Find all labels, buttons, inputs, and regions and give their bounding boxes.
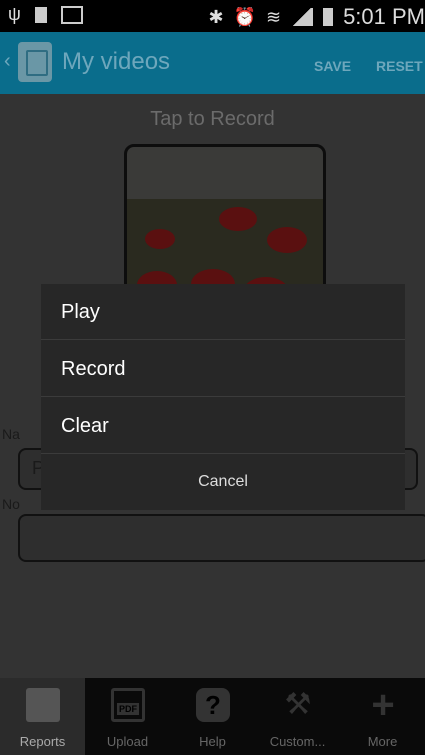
reset-button[interactable]: RESET [376, 58, 423, 74]
bottom-nav: Reports PDF Upload ? Help ⚒ Custom... + … [0, 678, 425, 755]
app-icon[interactable] [18, 42, 52, 82]
tab-label: Reports [19, 734, 66, 749]
notes-field[interactable] [18, 514, 425, 562]
image-notification-icon [60, 5, 83, 24]
wifi-icon: ≋ [265, 6, 282, 27]
tab-label: Upload [106, 734, 149, 749]
bluetooth-icon: ✱ [208, 6, 224, 27]
cancel-button[interactable]: Cancel [41, 454, 405, 510]
tab-upload[interactable]: PDF Upload [85, 678, 170, 755]
tab-reports[interactable]: Reports [0, 678, 85, 755]
usb-icon: ψ [8, 4, 21, 24]
tab-help[interactable]: ? Help [170, 678, 255, 755]
menu-item-record[interactable]: Record [41, 341, 405, 397]
tools-icon: ⚒ [284, 688, 312, 721]
tab-label: More [367, 734, 398, 749]
clock: 5:01 PM [343, 4, 425, 29]
tap-to-record-label: Tap to Record [150, 108, 275, 130]
back-chevron-icon[interactable]: ‹ [4, 50, 11, 73]
tab-custom[interactable]: ⚒ Custom... [255, 678, 340, 755]
notes-label: No [2, 496, 20, 512]
tab-more[interactable]: + More [340, 678, 425, 755]
poppy-flower [267, 227, 307, 253]
poppy-flower [219, 207, 257, 231]
help-icon: ? [196, 688, 230, 722]
menu-item-clear[interactable]: Clear [41, 398, 405, 454]
battery-icon [323, 8, 334, 26]
poppy-flower [145, 229, 175, 249]
status-bar: ψ ✱ ⏰ ≋ 5:01 PM [0, 0, 425, 32]
pdf-icon: PDF [111, 688, 145, 722]
tab-label: Help [199, 734, 226, 749]
name-label: Na [2, 426, 20, 442]
tab-label: Custom... [269, 734, 326, 749]
alarm-icon: ⏰ [233, 6, 256, 27]
battery-100-icon [34, 6, 47, 23]
reports-icon [26, 688, 60, 722]
pdf-glyph: PDF [117, 703, 139, 715]
context-menu-dialog: Play Record Clear Cancel [41, 284, 405, 510]
page-title: My videos [62, 48, 171, 75]
save-button[interactable]: SAVE [314, 58, 351, 74]
signal-icon [291, 8, 314, 26]
menu-item-play[interactable]: Play [41, 284, 405, 340]
plus-icon: + [371, 683, 395, 727]
action-bar: ‹ My videos SAVE RESET [0, 32, 425, 94]
